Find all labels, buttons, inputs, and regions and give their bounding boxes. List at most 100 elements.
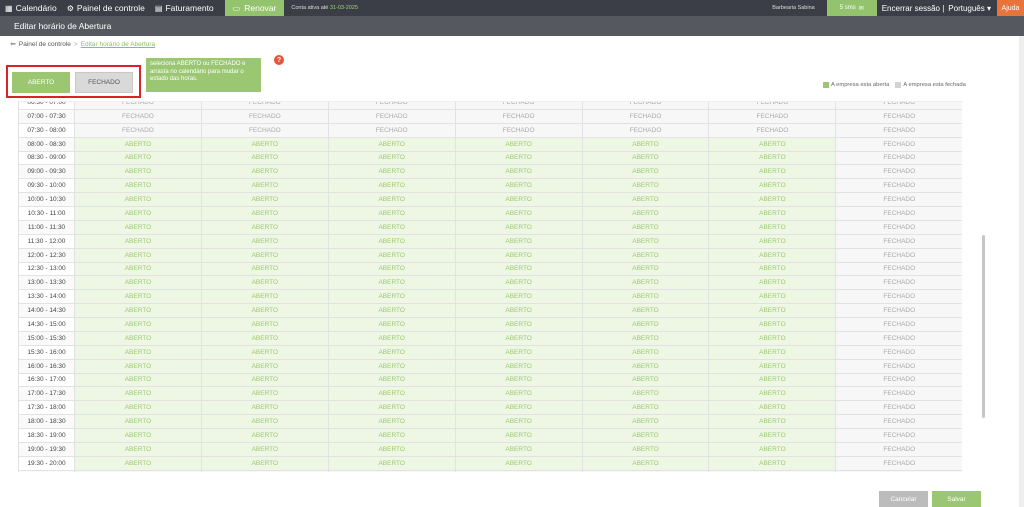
schedule-cell[interactable]: FECHADO [581, 102, 709, 110]
schedule-cell[interactable]: ABERTO [74, 151, 201, 166]
nav-calendar[interactable]: ▦ Calendário [0, 0, 62, 16]
schedule-cell[interactable]: ABERTO [327, 456, 455, 471]
schedule-cell[interactable]: ABERTO [708, 137, 836, 152]
schedule-cell[interactable]: ABERTO [454, 373, 582, 388]
logout-link[interactable]: Encerrar sessão | [882, 4, 945, 13]
schedule-cell[interactable]: ABERTO [74, 276, 201, 291]
schedule-cell[interactable]: FECHADO [835, 262, 963, 277]
schedule-cell[interactable]: ABERTO [74, 401, 201, 416]
schedule-cell[interactable]: FECHADO [835, 318, 963, 332]
schedule-cell[interactable]: ABERTO [708, 248, 836, 263]
schedule-cell[interactable]: ABERTO [581, 429, 709, 443]
closed-mode-button[interactable]: FECHADO [75, 72, 133, 93]
schedule-cell[interactable]: FECHADO [327, 102, 455, 110]
schedule-cell[interactable]: ABERTO [200, 345, 328, 360]
schedule-cell[interactable]: ABERTO [581, 304, 709, 318]
language-selector[interactable]: Português ▾ [948, 4, 991, 13]
schedule-cell[interactable]: ABERTO [327, 276, 455, 291]
schedule-cell[interactable]: FECHADO [327, 123, 455, 138]
schedule-cell[interactable]: ABERTO [708, 151, 836, 166]
schedule-cell[interactable]: ABERTO [74, 415, 201, 429]
schedule-cell[interactable]: ABERTO [454, 415, 582, 429]
schedule-cell[interactable]: ABERTO [200, 387, 328, 402]
schedule-cell[interactable]: FECHADO [200, 470, 328, 472]
schedule-cell[interactable]: ABERTO [581, 193, 709, 207]
schedule-cell[interactable]: ABERTO [200, 304, 328, 318]
schedule-cell[interactable]: FECHADO [835, 151, 963, 166]
breadcrumb-current[interactable]: Editar horário de Abertura [81, 41, 155, 48]
schedule-cell[interactable]: ABERTO [200, 442, 328, 457]
schedule-cell[interactable]: ABERTO [200, 415, 328, 429]
schedule-cell[interactable]: ABERTO [708, 318, 836, 332]
schedule-cell[interactable]: ABERTO [200, 165, 328, 180]
schedule-cell[interactable]: ABERTO [581, 207, 709, 221]
back-arrow-icon[interactable]: ⬅ [10, 40, 16, 48]
schedule-cell[interactable]: ABERTO [708, 179, 836, 194]
schedule-cell[interactable]: FECHADO [200, 102, 328, 110]
schedule-cell[interactable]: ABERTO [74, 442, 201, 457]
schedule-cell[interactable]: FECHADO [835, 304, 963, 318]
schedule-cell[interactable]: ABERTO [454, 304, 582, 318]
schedule-cell[interactable]: ABERTO [74, 179, 201, 194]
schedule-cell[interactable]: FECHADO [835, 207, 963, 221]
schedule-cell[interactable]: ABERTO [708, 387, 836, 402]
schedule-cell[interactable]: ABERTO [708, 220, 836, 235]
schedule-cell[interactable]: FECHADO [581, 109, 709, 124]
schedule-cell[interactable]: ABERTO [327, 179, 455, 194]
schedule-cell[interactable]: FECHADO [454, 102, 582, 110]
schedule-cell[interactable]: ABERTO [454, 276, 582, 291]
schedule-cell[interactable]: ABERTO [327, 304, 455, 318]
schedule-cell[interactable]: FECHADO [454, 109, 582, 124]
open-mode-button[interactable]: ABERTO [12, 72, 70, 93]
schedule-cell[interactable]: ABERTO [74, 456, 201, 471]
schedule-cell[interactable]: ABERTO [327, 262, 455, 277]
schedule-cell[interactable]: ABERTO [454, 207, 582, 221]
schedule-cell[interactable]: ABERTO [581, 345, 709, 360]
schedule-cell[interactable]: FECHADO [835, 401, 963, 416]
schedule-cell[interactable]: ABERTO [200, 137, 328, 152]
schedule-cell[interactable]: ABERTO [74, 359, 201, 374]
schedule-cell[interactable]: FECHADO [835, 109, 963, 124]
schedule-cell[interactable]: ABERTO [74, 331, 201, 346]
schedule-cell[interactable]: FECHADO [835, 442, 963, 457]
schedule-cell[interactable]: FECHADO [835, 193, 963, 207]
schedule-cell[interactable]: FECHADO [835, 331, 963, 346]
grid-scrollbar[interactable] [982, 235, 985, 418]
schedule-cell[interactable]: ABERTO [454, 331, 582, 346]
schedule-cell[interactable]: ABERTO [74, 290, 201, 305]
schedule-cell[interactable]: ABERTO [74, 207, 201, 221]
schedule-cell[interactable]: FECHADO [708, 102, 836, 110]
schedule-cell[interactable]: ABERTO [708, 345, 836, 360]
schedule-cell[interactable]: ABERTO [708, 193, 836, 207]
schedule-cell[interactable]: FECHADO [835, 102, 963, 110]
schedule-cell[interactable]: ABERTO [708, 442, 836, 457]
schedule-cell[interactable]: FECHADO [835, 470, 963, 472]
schedule-cell[interactable]: FECHADO [835, 220, 963, 235]
schedule-cell[interactable]: ABERTO [708, 207, 836, 221]
schedule-cell[interactable]: FECHADO [708, 123, 836, 138]
schedule-cell[interactable]: FECHADO [835, 137, 963, 152]
schedule-cell[interactable]: ABERTO [74, 373, 201, 388]
schedule-cell[interactable]: ABERTO [581, 234, 709, 249]
schedule-cell[interactable]: ABERTO [708, 331, 836, 346]
schedule-cell[interactable]: ABERTO [581, 165, 709, 180]
sms-counter[interactable]: 5 sms ✉ [826, 0, 877, 16]
schedule-cell[interactable]: FECHADO [835, 456, 963, 471]
schedule-cell[interactable]: ABERTO [74, 137, 201, 152]
schedule-cell[interactable]: ABERTO [200, 193, 328, 207]
schedule-cell[interactable]: ABERTO [581, 137, 709, 152]
schedule-cell[interactable]: ABERTO [200, 373, 328, 388]
schedule-cell[interactable]: FECHADO [835, 387, 963, 402]
schedule-cell[interactable]: ABERTO [200, 290, 328, 305]
nav-billing[interactable]: ▤ Faturamento [150, 0, 219, 16]
schedule-cell[interactable]: ABERTO [581, 290, 709, 305]
schedule-cell[interactable]: FECHADO [74, 102, 201, 110]
schedule-cell[interactable]: ABERTO [327, 345, 455, 360]
schedule-cell[interactable]: ABERTO [200, 234, 328, 249]
schedule-cell[interactable]: ABERTO [200, 179, 328, 194]
schedule-cell[interactable]: ABERTO [454, 429, 582, 443]
schedule-cell[interactable]: ABERTO [454, 179, 582, 194]
schedule-cell[interactable]: ABERTO [454, 151, 582, 166]
schedule-cell[interactable]: ABERTO [74, 387, 201, 402]
renew-button[interactable]: ▭ Renovar [224, 0, 285, 16]
